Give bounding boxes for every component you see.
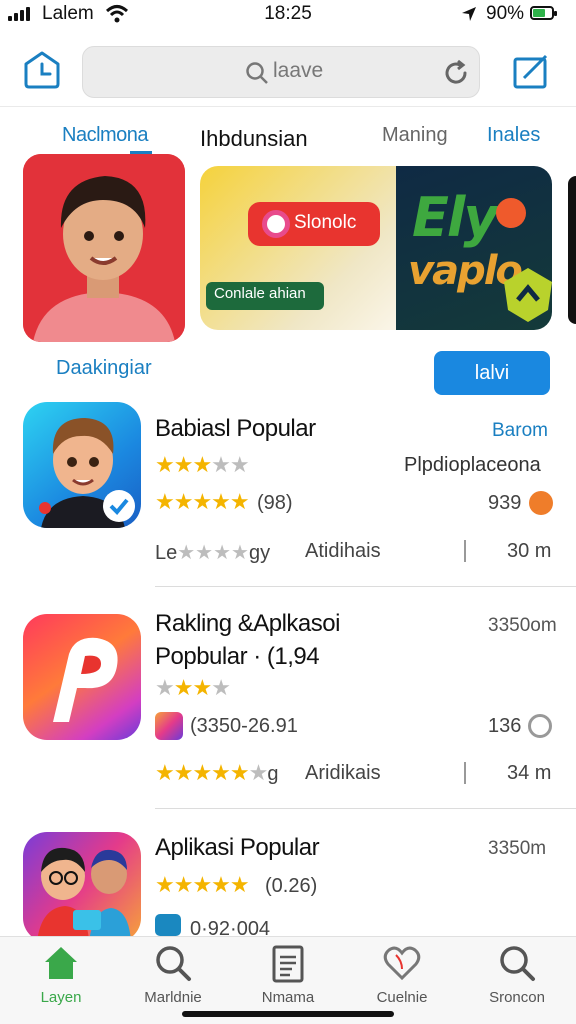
divider xyxy=(0,106,576,107)
vertical-divider xyxy=(464,540,466,562)
app-1-badge-icon xyxy=(529,491,553,515)
app-title-2a[interactable]: Rakling &Aplkasoi xyxy=(155,610,340,638)
list-separator xyxy=(155,808,576,809)
app-1-meta-stars: ★★★★ xyxy=(177,542,249,564)
banner-action-button[interactable]: lalvi xyxy=(434,351,550,395)
child-portrait-image xyxy=(23,154,185,342)
app-1-meta-suffix: gy xyxy=(248,542,271,564)
top-bar: laave xyxy=(0,40,576,104)
tab-1[interactable]: Naclmona xyxy=(62,124,149,147)
app-2-ig-text: (3350-26.91 xyxy=(190,715,298,737)
app-1-link[interactable]: Barom xyxy=(492,420,548,442)
edit-icon[interactable] xyxy=(512,52,550,90)
battery-icon xyxy=(530,6,557,20)
cartoon-boy-icon xyxy=(39,418,135,528)
search-bar[interactable]: laave xyxy=(82,46,480,98)
app-1-count: 939 xyxy=(488,492,522,514)
banner-title-line1: Ely xyxy=(412,186,499,249)
app-1-meta-right: 30 m xyxy=(507,540,552,562)
app-2-rating: ★★★★★★g xyxy=(155,760,278,785)
app-1-rating-small: ★★★★★ xyxy=(155,452,250,477)
tab-2[interactable]: Ihbdunsian xyxy=(200,126,308,152)
clock-icon[interactable] xyxy=(22,50,62,90)
app-1-rating-count: (98) xyxy=(257,492,293,514)
banner-caption: Daakingiar xyxy=(56,357,152,379)
app-2-meta-mid: Aridikais xyxy=(305,762,381,784)
reload-icon[interactable] xyxy=(441,58,471,88)
tab-3[interactable]: Maning xyxy=(382,124,448,147)
app-1-meta-prefix: Le xyxy=(155,542,178,564)
cartoon-kids-icon xyxy=(37,847,131,942)
tab-4[interactable]: Inales xyxy=(487,124,540,147)
search-icon xyxy=(246,62,268,84)
app-2-count: 136 xyxy=(488,715,522,737)
app-3-small-icon xyxy=(155,914,181,936)
app-1-rating: ★★★★★ xyxy=(155,489,250,514)
app-2-more-icon[interactable] xyxy=(528,714,552,738)
nav-document[interactable]: Nmama xyxy=(233,943,343,1006)
app-icon-1[interactable] xyxy=(23,402,141,528)
nav-search[interactable]: Marldnie xyxy=(118,943,228,1006)
home-indicator[interactable] xyxy=(182,1011,394,1017)
app-3-rating: ★★★★★ xyxy=(155,872,250,897)
app-icon-2[interactable] xyxy=(23,614,141,740)
nav-home[interactable]: Layen xyxy=(6,943,116,1006)
app-title-3[interactable]: Aplikasi Popular xyxy=(155,834,320,862)
vertical-divider xyxy=(464,762,466,784)
search-input[interactable]: laave xyxy=(273,59,323,83)
nav-favorites-label: Cuelnie xyxy=(376,989,428,1006)
app-3-partial-text: 0·92·004 xyxy=(190,918,271,936)
app-icon-3[interactable] xyxy=(23,832,141,942)
app-1-meta-mid: Atidihais xyxy=(305,540,381,562)
instagram-icon xyxy=(155,712,183,740)
app-2-rating-small: ★★★★ xyxy=(155,675,231,700)
app-2-meta-right: 34 m xyxy=(507,762,552,784)
nav-search-label: Marldnie xyxy=(144,989,202,1006)
banner-featured[interactable]: Slonolc Conlale ahian Ely vaplo xyxy=(200,166,552,330)
nav-home-label: Layen xyxy=(40,989,82,1006)
battery-percent: 90% xyxy=(486,3,525,24)
nav-favorites[interactable]: Cuelnie xyxy=(347,943,457,1006)
list-separator xyxy=(155,586,576,587)
banner-left[interactable] xyxy=(23,154,185,342)
app-3-rating-count: (0.26) xyxy=(265,875,318,897)
status-bar: Lalem 18:25 90% xyxy=(0,0,576,30)
banner-green-pill-label: Conlale ahian xyxy=(214,285,306,302)
banner-red-pill-label: Slonolc xyxy=(294,212,357,233)
app-2-right-top: 3350om xyxy=(488,615,557,636)
heart-icon xyxy=(383,946,421,981)
app-3-right-top: 3350m xyxy=(488,838,547,859)
nav-search-2[interactable]: Sroncon xyxy=(462,943,572,1006)
app-2-meta-suffix: g xyxy=(267,763,278,785)
banner-shield-icon xyxy=(504,268,552,322)
banner-dot xyxy=(496,198,526,228)
app-title-1[interactable]: Babiasl Popular xyxy=(155,415,316,443)
app-1-subtitle: Plpdioplaceona xyxy=(404,454,541,476)
location-arrow-icon xyxy=(462,7,476,21)
app-title-2b: Popbular · (1,94 xyxy=(155,643,320,670)
home-icon xyxy=(45,947,77,979)
banner-next-peek[interactable] xyxy=(568,176,576,324)
app-1-meta-left: Le★★★★gy xyxy=(155,540,270,565)
document-icon xyxy=(272,945,304,983)
letter-p-logo-icon xyxy=(53,637,118,722)
search-icon xyxy=(500,946,535,981)
instagram-icon xyxy=(262,210,290,238)
search-icon xyxy=(156,946,191,981)
nav-document-label: Nmama xyxy=(261,989,315,1006)
nav-search-2-label: Sroncon xyxy=(489,989,545,1006)
